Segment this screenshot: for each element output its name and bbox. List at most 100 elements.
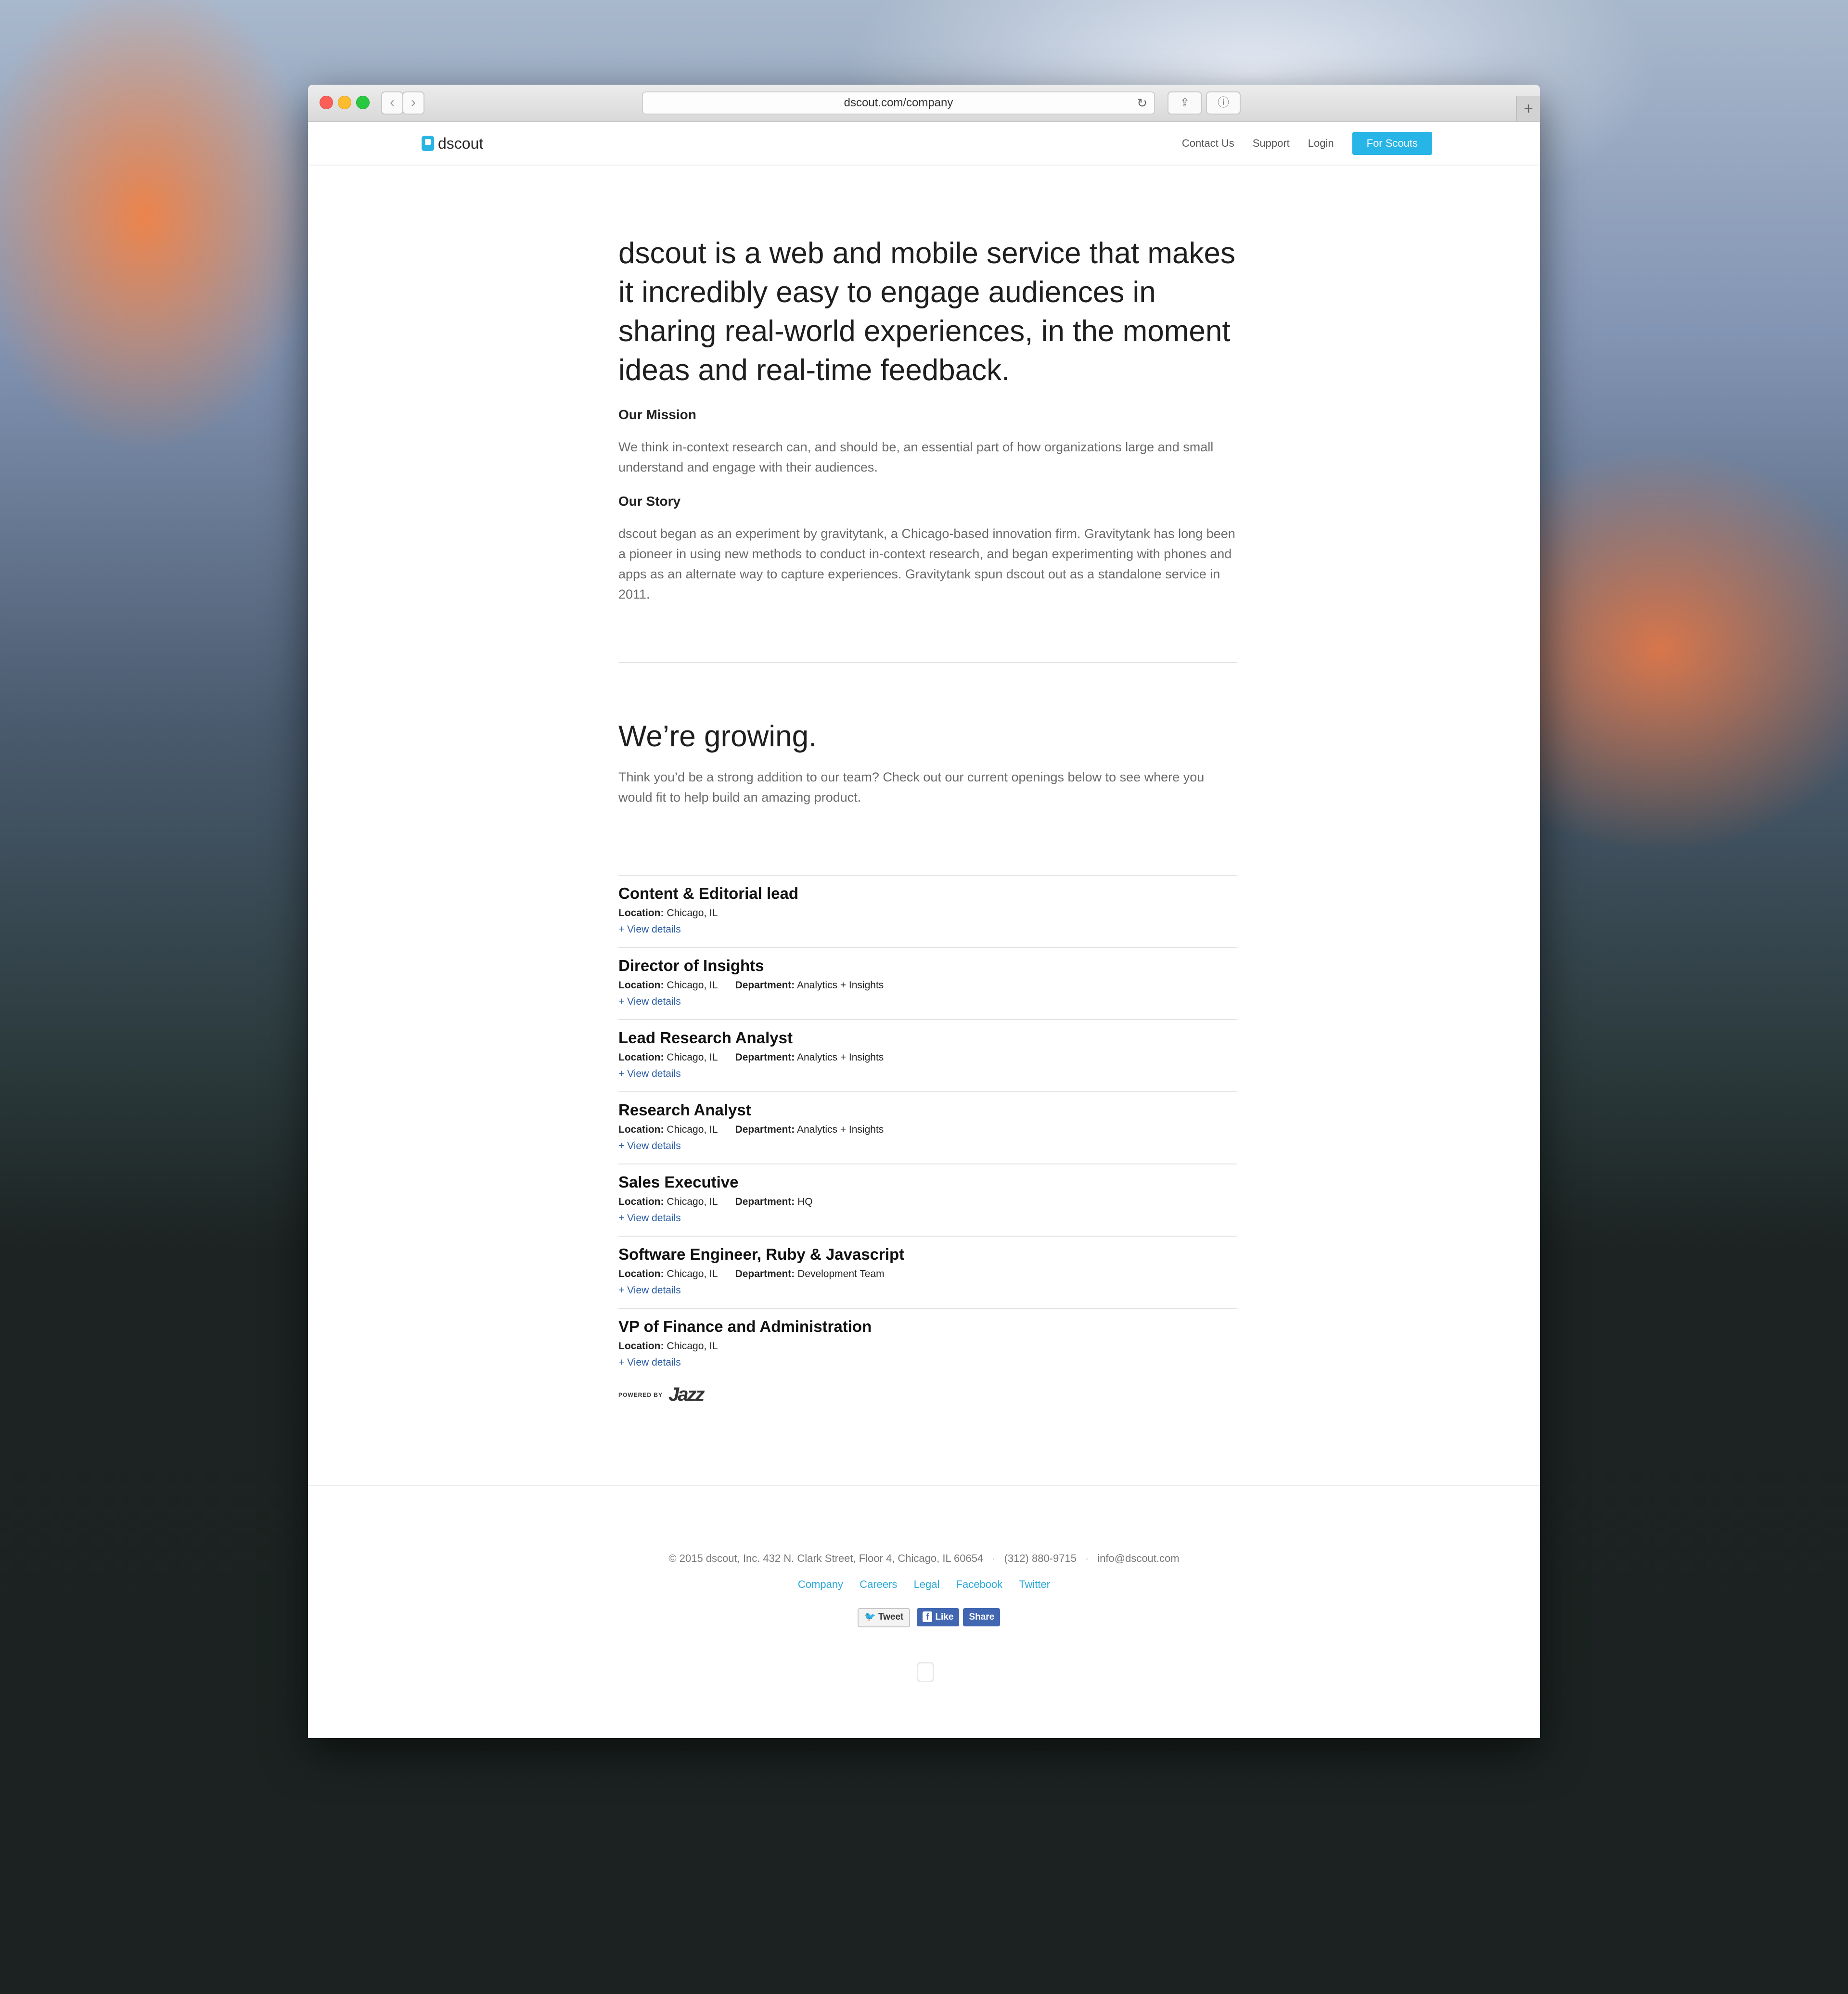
story-title: Our Story: [618, 494, 681, 509]
facebook-share-button[interactable]: Share: [963, 1608, 1001, 1626]
job-title[interactable]: Lead Research Analyst: [618, 1029, 793, 1047]
jazz-logo: Jazz: [668, 1384, 705, 1405]
footer-separator: ·: [1085, 1552, 1089, 1564]
powered-by-jazz[interactable]: POWERED BY Jazz: [618, 1384, 705, 1406]
zoom-window-button[interactable]: [356, 96, 370, 109]
job-department: Analytics + Insights: [796, 1052, 884, 1063]
story-text: dscout began as an experiment by gravity…: [618, 526, 1235, 601]
mission-text: We think in-context research can, and sh…: [618, 440, 1214, 474]
job-location: Chicago, IL: [667, 1052, 718, 1063]
view-details-link[interactable]: + View details: [618, 924, 681, 935]
nav-link-support[interactable]: Support: [1253, 137, 1290, 150]
location-label: Location:: [618, 1268, 664, 1279]
tweet-button[interactable]: 🐦 Tweet: [858, 1608, 911, 1627]
chevron-right-icon: ›: [411, 94, 416, 110]
site-navbar: dscout Contact Us Support Login For Scou…: [308, 122, 1540, 166]
view-details-link[interactable]: + View details: [618, 996, 681, 1008]
footer-link-company[interactable]: Company: [798, 1578, 843, 1590]
powered-by-label: POWERED BY: [618, 1391, 663, 1398]
site-logo[interactable]: dscout: [422, 133, 483, 154]
chevron-left-icon: ‹: [390, 94, 395, 110]
view-details-link[interactable]: + View details: [618, 1213, 681, 1224]
share-label: Share: [969, 1612, 995, 1622]
browser-toolbar: ‹ › dscout.com/company ↻ ⇪ ⓘ +: [308, 85, 1540, 122]
job-meta: Location: Chicago, IL Department: HQ: [618, 1196, 813, 1208]
job-title[interactable]: Research Analyst: [618, 1101, 751, 1119]
section-divider: [618, 662, 1237, 663]
minimize-window-button[interactable]: [338, 96, 351, 109]
dscout-logo-icon: [422, 136, 434, 151]
job-title[interactable]: Sales Executive: [618, 1173, 739, 1191]
footer-link-twitter[interactable]: Twitter: [1019, 1578, 1050, 1590]
job-title[interactable]: VP of Finance and Administration: [618, 1317, 872, 1336]
view-details-link[interactable]: + View details: [618, 1140, 681, 1152]
job-meta: Location: Chicago, IL Department: Develop…: [618, 1268, 885, 1280]
job-meta: Location: Chicago, IL Department: Analyti…: [618, 1124, 884, 1136]
job-title[interactable]: Content & Editorial lead: [618, 884, 798, 903]
footer-links: Company Careers Legal Facebook Twitter: [308, 1578, 1540, 1591]
facebook-icon: f: [923, 1611, 933, 1622]
hero-statement: dscout is a web and mobile service that …: [618, 237, 1235, 387]
tweet-label: Tweet: [878, 1612, 904, 1622]
nav-links: Contact Us Support Login For Scouts: [1182, 132, 1432, 155]
job-department: HQ: [797, 1196, 813, 1207]
job-meta: Location: Chicago, IL Department: Analyti…: [618, 980, 884, 991]
reader-info-button[interactable]: ⓘ: [1206, 91, 1241, 115]
job-title[interactable]: Director of Insights: [618, 957, 764, 975]
share-button[interactable]: ⇪: [1168, 91, 1202, 115]
footer-phone: (312) 880-9715: [1004, 1552, 1077, 1564]
growing-title: We’re growing.: [618, 720, 817, 753]
footer-email[interactable]: info@dscout.com: [1097, 1552, 1179, 1564]
job-department: Development Team: [797, 1268, 885, 1279]
url-text: dscout.com/company: [844, 96, 953, 109]
close-window-button[interactable]: [320, 96, 333, 109]
social-buttons: 🐦 Tweet f Like Share: [858, 1608, 1004, 1627]
job-meta: Location: Chicago, IL Department: Analyti…: [618, 1052, 884, 1063]
nav-link-login[interactable]: Login: [1308, 137, 1334, 150]
growing-text: Think you’d be a strong addition to our …: [618, 770, 1205, 805]
job-meta: Location: Chicago, IL: [618, 908, 718, 919]
job-department: Analytics + Insights: [796, 1124, 884, 1135]
mission-title: Our Mission: [618, 407, 696, 422]
footer-link-legal[interactable]: Legal: [914, 1578, 940, 1590]
view-details-link[interactable]: + View details: [618, 1068, 681, 1080]
department-label: Department:: [735, 1268, 795, 1279]
for-scouts-button[interactable]: For Scouts: [1352, 132, 1432, 155]
footer-link-careers[interactable]: Careers: [860, 1578, 897, 1590]
footer-copyright: © 2015 dscout, Inc. 432 N. Clark Street,…: [668, 1552, 984, 1564]
department-label: Department:: [735, 1196, 795, 1207]
site-footer: © 2015 dscout, Inc. 432 N. Clark Street,…: [308, 1485, 1540, 1682]
department-label: Department:: [735, 1124, 795, 1135]
address-bar[interactable]: dscout.com/company ↻: [642, 91, 1155, 115]
footer-separator: ·: [992, 1552, 996, 1564]
nav-link-contact-us[interactable]: Contact Us: [1182, 137, 1234, 150]
new-tab-button[interactable]: +: [1516, 96, 1540, 121]
department-label: Department:: [735, 1052, 795, 1063]
facebook-like-button[interactable]: f Like: [917, 1608, 960, 1626]
department-label: Department:: [735, 980, 795, 991]
info-icon: ⓘ: [1218, 96, 1229, 109]
job-location: Chicago, IL: [667, 1268, 718, 1279]
job-listing: Content & Editorial lead Location: Chica…: [618, 875, 1237, 947]
job-title[interactable]: Software Engineer, Ruby & Javascript: [618, 1245, 904, 1264]
job-listing: Sales Executive Location: Chicago, IL Dep…: [618, 1163, 1237, 1236]
job-department: Analytics + Insights: [796, 980, 884, 991]
location-label: Location:: [618, 908, 664, 919]
footer-link-facebook[interactable]: Facebook: [956, 1578, 1003, 1590]
location-label: Location:: [618, 1196, 664, 1207]
job-openings-list: Content & Editorial lead Location: Chica…: [618, 875, 1237, 1380]
location-label: Location:: [618, 1052, 664, 1063]
forward-button[interactable]: ›: [402, 91, 424, 115]
reload-icon[interactable]: ↻: [1137, 92, 1147, 114]
view-details-link[interactable]: + View details: [618, 1357, 681, 1368]
job-location: Chicago, IL: [667, 1124, 718, 1135]
plus-icon: +: [1524, 100, 1533, 118]
job-listing: VP of Finance and Administration Locatio…: [618, 1308, 1237, 1380]
like-label: Like: [935, 1612, 954, 1622]
job-meta: Location: Chicago, IL: [618, 1341, 718, 1352]
job-listing: Lead Research Analyst Location: Chicago,…: [618, 1019, 1237, 1091]
job-location: Chicago, IL: [667, 908, 718, 919]
job-listing: Research Analyst Location: Chicago, IL De…: [618, 1091, 1237, 1163]
back-button[interactable]: ‹: [381, 91, 403, 115]
view-details-link[interactable]: + View details: [618, 1285, 681, 1296]
